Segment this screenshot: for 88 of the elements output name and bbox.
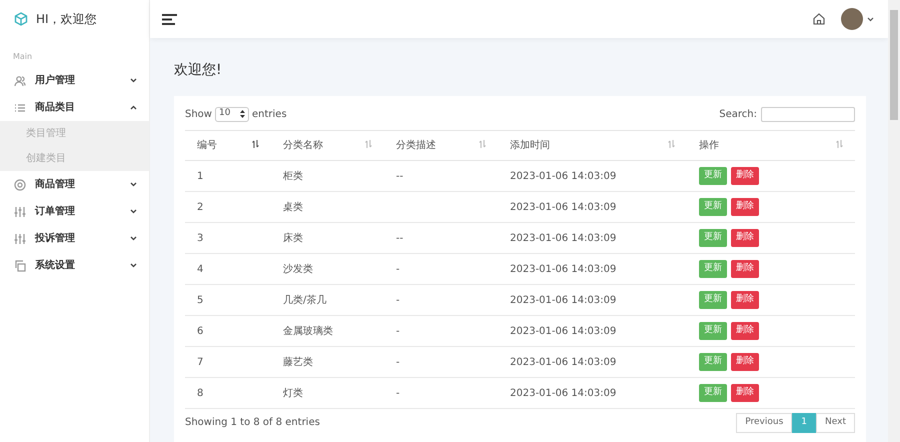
entries-label: entries xyxy=(252,108,287,122)
delete-button[interactable]: 删除 xyxy=(731,322,759,340)
sidebar-item[interactable]: 商品类目 xyxy=(0,94,149,121)
table-cell: - xyxy=(396,294,400,306)
sidebar-item[interactable]: 商品管理 xyxy=(0,171,149,198)
update-button[interactable]: 更新 xyxy=(699,198,727,216)
delete-button[interactable]: 删除 xyxy=(731,384,759,402)
table-cell: 7 xyxy=(197,356,204,368)
table-cell: 2023-01-06 14:03:09 xyxy=(510,170,616,182)
table-cell: 2 xyxy=(197,202,204,212)
scrollbar[interactable] xyxy=(888,0,900,442)
table-cell: 柜类 xyxy=(283,170,303,182)
chevron-down-icon[interactable] xyxy=(867,16,874,22)
table-cell: 2023-01-06 14:03:09 xyxy=(510,326,616,336)
delete-button[interactable]: 删除 xyxy=(731,229,759,247)
pagination-button[interactable]: 1 xyxy=(792,413,816,432)
table-cell: 藤艺类 xyxy=(283,356,313,368)
brand-title: HI，欢迎您 xyxy=(36,11,97,28)
table-cell: 床类 xyxy=(283,232,303,244)
sort-icon xyxy=(479,138,486,150)
table-cell: 2023-01-06 14:03:09 xyxy=(510,232,616,244)
avatar[interactable] xyxy=(841,8,863,30)
column-header[interactable]: 操作 xyxy=(687,130,855,160)
pagination-button[interactable]: Next xyxy=(816,413,855,432)
table-cell: - xyxy=(396,388,400,398)
table-cell: -- xyxy=(396,170,404,182)
delete-button[interactable]: 删除 xyxy=(731,260,759,278)
sliders-icon xyxy=(14,232,26,244)
column-header[interactable]: 分类名称 xyxy=(271,130,384,160)
show-label: Show xyxy=(185,108,212,122)
update-button[interactable]: 更新 xyxy=(699,260,727,278)
table-cell: - xyxy=(396,326,400,336)
table-cell: - xyxy=(396,264,400,274)
delete-button[interactable]: 删除 xyxy=(731,291,759,309)
sliders-icon xyxy=(14,206,26,218)
table-cell: 6 xyxy=(197,326,204,336)
copy-icon xyxy=(14,260,26,272)
delete-button[interactable]: 删除 xyxy=(731,198,759,216)
sort-icon xyxy=(836,138,843,150)
sidebar-item[interactable]: 投诉管理 xyxy=(0,225,149,252)
list-icon xyxy=(14,102,26,114)
table-cell: - xyxy=(396,356,400,368)
table-cell: -- xyxy=(396,232,404,244)
table-cell: 5 xyxy=(197,294,204,306)
update-button[interactable]: 更新 xyxy=(699,322,727,340)
table-cell: 2023-01-06 14:03:09 xyxy=(510,356,616,368)
column-header[interactable]: 编号 xyxy=(185,130,271,160)
update-button[interactable]: 更新 xyxy=(699,229,727,247)
page-size-select[interactable]: 10 xyxy=(214,106,249,122)
sort-icon xyxy=(252,138,259,150)
search-field[interactable] xyxy=(761,106,855,122)
home-icon[interactable] xyxy=(813,13,825,25)
table-cell: 2023-01-06 14:03:09 xyxy=(510,388,616,398)
table-cell: 沙发类 xyxy=(283,264,313,274)
table-cell: 2023-01-06 14:03:09 xyxy=(510,264,616,274)
table-cell: 8 xyxy=(197,388,204,398)
search-label: Search: xyxy=(719,108,757,122)
column-header[interactable]: 添加时间 xyxy=(498,130,687,160)
table-cell: 1 xyxy=(197,170,204,182)
update-button[interactable]: 更新 xyxy=(699,384,727,402)
sort-icon xyxy=(668,138,675,150)
delete-button[interactable]: 删除 xyxy=(731,353,759,371)
page-title: 欢迎您! xyxy=(174,62,222,78)
table-cell: 2023-01-06 14:03:09 xyxy=(510,294,616,306)
delete-button[interactable]: 删除 xyxy=(731,167,759,185)
section-label: Main xyxy=(12,51,34,63)
update-button[interactable]: 更新 xyxy=(699,353,727,371)
users-icon xyxy=(14,74,26,86)
gear-icon xyxy=(14,178,26,190)
table-cell: 灯类 xyxy=(283,388,303,398)
column-header[interactable]: 分类描述 xyxy=(384,130,498,160)
pagination-button[interactable]: Previous xyxy=(736,413,792,432)
table-cell: 桌类 xyxy=(283,202,303,212)
table-cell: 4 xyxy=(197,264,204,274)
table-cell: 2023-01-06 14:03:09 xyxy=(510,202,616,212)
table-cell: 金属玻璃类 xyxy=(283,326,333,336)
sidebar-item[interactable]: 系统设置 xyxy=(0,252,149,279)
sidebar-item[interactable]: 用户管理 xyxy=(0,67,149,94)
table-cell: 几类/茶几 xyxy=(283,294,326,306)
table-info: Showing 1 to 8 of 8 entries xyxy=(185,416,320,430)
update-button[interactable]: 更新 xyxy=(699,167,727,185)
cube-logo-icon xyxy=(14,12,28,26)
sidebar-item[interactable]: 订单管理 xyxy=(0,198,149,225)
menu-icon[interactable] xyxy=(162,14,177,24)
sort-arrows-icon xyxy=(240,110,245,118)
table-cell: 3 xyxy=(197,232,204,244)
update-button[interactable]: 更新 xyxy=(699,291,727,309)
sort-icon xyxy=(365,138,372,150)
